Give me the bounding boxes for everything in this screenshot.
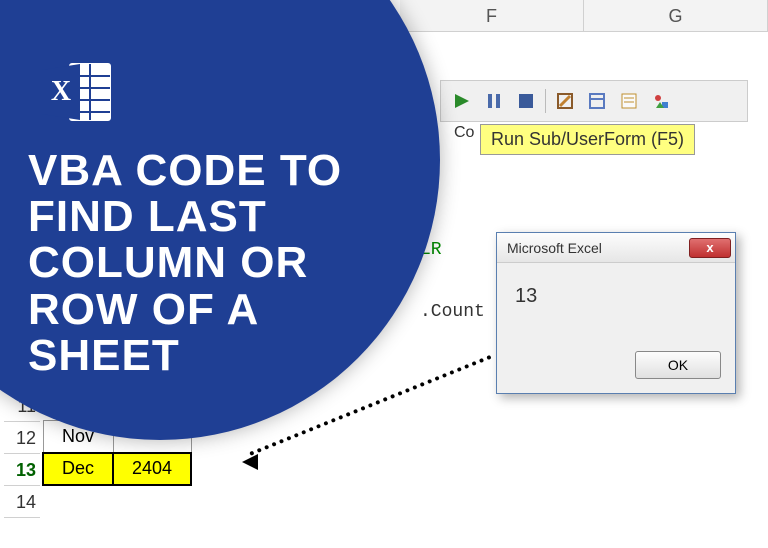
close-button[interactable]: x [689,238,731,258]
table-row-highlighted: Dec 2404 [43,453,191,485]
page-title: VBA CODE TO FIND LAST COLUMN OR ROW OF A… [28,148,408,379]
row-header-14[interactable]: 14 [4,486,40,518]
row-header-13[interactable]: 13 [4,454,40,486]
message-box: Microsoft Excel x 13 OK [496,232,736,394]
title-line-3: COLUMN OR [28,240,408,286]
title-line-1: VBA CODE TO [28,148,408,194]
cell-month-13[interactable]: Dec [43,453,113,485]
stop-icon[interactable] [513,88,539,114]
properties-icon[interactable] [616,88,642,114]
column-header-f[interactable]: F [400,0,584,31]
annotation-arrow-head [242,454,258,470]
message-box-footer: OK [497,343,735,393]
column-headers: F G [400,0,768,32]
message-box-body: 13 [497,263,735,343]
code-snippet: LR .Count [420,240,485,322]
run-icon[interactable] [449,88,475,114]
row-header-12[interactable]: 12 [4,422,40,454]
design-mode-icon[interactable] [552,88,578,114]
title-line-4: ROW OF A [28,287,408,333]
title-line-5: SHEET [28,333,408,379]
toolbox-icon[interactable] [648,88,674,114]
separator [545,89,546,113]
tooltip-prefix-text: Co [454,124,474,142]
project-explorer-icon[interactable] [584,88,610,114]
code-line-2: .Count [420,302,485,322]
vba-toolbar [440,80,748,122]
excel-logo-icon: X [40,60,112,129]
ok-button[interactable]: OK [635,351,721,379]
message-box-titlebar[interactable]: Microsoft Excel x [497,233,735,263]
title-line-2: FIND LAST [28,194,408,240]
message-box-title: Microsoft Excel [507,240,602,256]
cell-value-13[interactable]: 2404 [113,453,191,485]
pause-icon[interactable] [481,88,507,114]
run-tooltip: Run Sub/UserForm (F5) [480,124,695,155]
column-header-g[interactable]: G [584,0,768,31]
svg-text:X: X [51,76,71,107]
